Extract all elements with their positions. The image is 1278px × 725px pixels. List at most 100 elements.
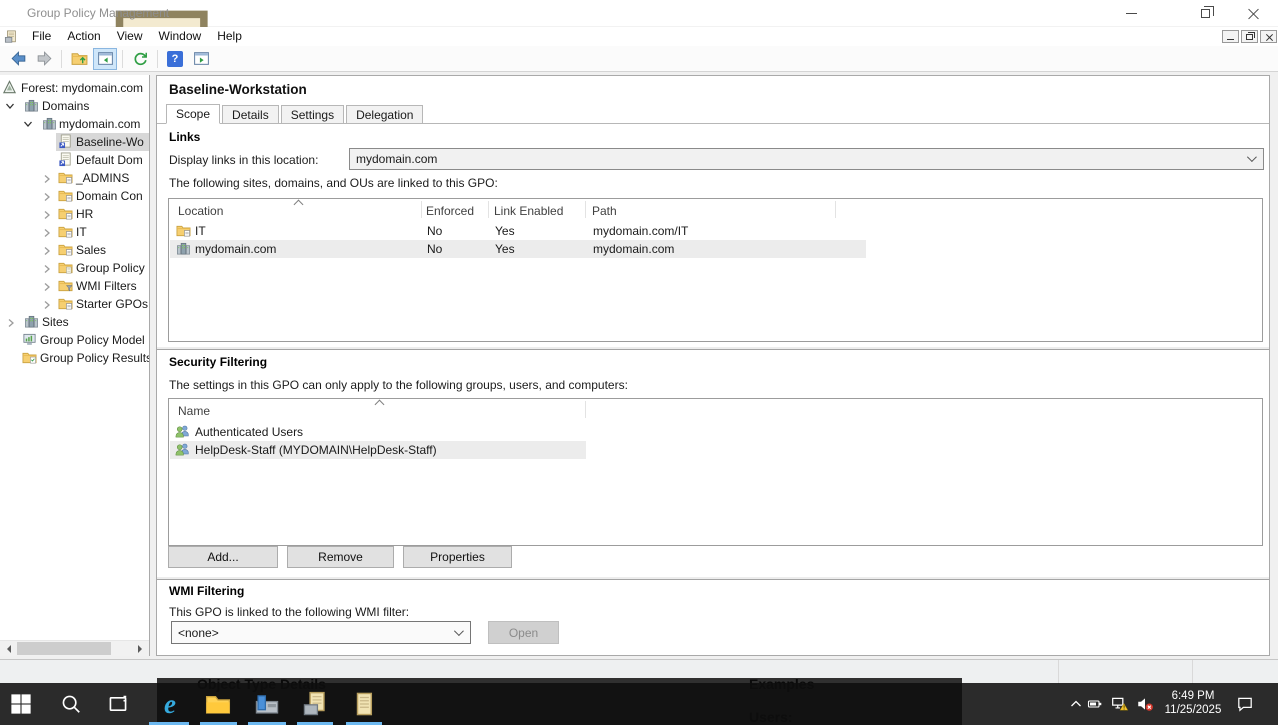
- scroll-right-arrow[interactable]: [138, 645, 146, 653]
- taskbar-clock[interactable]: 6:49 PM 11/25/2025: [1158, 689, 1228, 717]
- tree-item-baseline-workstation[interactable]: Baseline-Wo: [0, 133, 150, 151]
- tree-item-hr[interactable]: HR: [0, 205, 150, 223]
- scrollbar-thumb[interactable]: [17, 642, 111, 655]
- menu-bar: File Action View Window Help: [0, 27, 1278, 46]
- wmi-filter-dropdown[interactable]: <none>: [171, 621, 471, 644]
- column-header-enforced[interactable]: Enforced: [426, 204, 474, 218]
- tree-horizontal-scrollbar[interactable]: [0, 640, 149, 656]
- start-button-icon[interactable]: [10, 693, 32, 715]
- modeling-icon: [22, 332, 37, 347]
- volume-muted-icon[interactable]: [1136, 695, 1154, 713]
- network-warning-icon[interactable]: [1111, 695, 1129, 713]
- help-icon[interactable]: ?: [163, 48, 187, 70]
- security-section-title: Security Filtering: [169, 355, 267, 369]
- power-icon[interactable]: [1086, 696, 1104, 712]
- location-dropdown[interactable]: mydomain.com: [349, 148, 1264, 170]
- chevron-right-icon[interactable]: [42, 299, 52, 309]
- chevron-right-icon[interactable]: [42, 245, 52, 255]
- child-close-button[interactable]: [1260, 30, 1277, 43]
- server-manager-icon[interactable]: [254, 691, 280, 717]
- close-button[interactable]: [1238, 0, 1268, 26]
- column-header-path[interactable]: Path: [592, 204, 617, 218]
- tree-item-admins[interactable]: _ADMINS: [0, 169, 150, 187]
- add-button[interactable]: Add...: [168, 546, 278, 568]
- chevron-right-icon[interactable]: [42, 209, 52, 219]
- tree-item-mydomain[interactable]: mydomain.com: [0, 115, 150, 133]
- forward-icon[interactable]: [32, 48, 56, 70]
- security-caption: The settings in this GPO can only apply …: [169, 378, 628, 392]
- console-tree-toggle-icon[interactable]: [93, 48, 117, 70]
- child-minimize-button[interactable]: [1222, 30, 1239, 43]
- building-icon: [176, 241, 191, 256]
- action-center-icon[interactable]: [1236, 695, 1254, 713]
- users-icon: [175, 442, 190, 457]
- tree-item-sales[interactable]: Sales: [0, 241, 150, 259]
- tree-item-forest[interactable]: Forest: mydomain.com: [0, 79, 150, 97]
- link-row-it[interactable]: IT No Yes mydomain.com/IT: [170, 222, 1262, 240]
- tree-item-starter-gpos[interactable]: Starter GPOs: [0, 295, 150, 313]
- column-header-link-enabled[interactable]: Link Enabled: [494, 204, 563, 218]
- menu-view[interactable]: View: [109, 27, 151, 46]
- chevron-down-icon[interactable]: [24, 119, 34, 129]
- internet-explorer-icon[interactable]: e: [156, 690, 184, 718]
- menu-action[interactable]: Action: [59, 27, 108, 46]
- action-pane-toggle-icon[interactable]: [189, 48, 213, 70]
- refresh-icon[interactable]: [128, 48, 152, 70]
- gpmc-taskbar-icon[interactable]: [302, 691, 328, 717]
- tree-item-gp-results[interactable]: Group Policy Results: [0, 349, 150, 367]
- restore-button[interactable]: [1190, 0, 1220, 26]
- chevron-right-icon[interactable]: [42, 173, 52, 183]
- ou-folder-icon: [58, 188, 73, 203]
- links-table: Location Enforced Link Enabled Path IT N…: [168, 198, 1263, 342]
- chevron-right-icon[interactable]: [42, 263, 52, 273]
- tab-delegation[interactable]: Delegation: [346, 105, 423, 124]
- window-titlebar[interactable]: Group Policy Management: [0, 0, 1278, 27]
- scroll-left-arrow[interactable]: [3, 645, 11, 653]
- link-row-mydomain[interactable]: mydomain.com No Yes mydomain.com: [170, 240, 1262, 258]
- tree-item-domains[interactable]: Domains: [0, 97, 150, 115]
- tab-settings[interactable]: Settings: [281, 105, 344, 124]
- task-view-icon[interactable]: [107, 693, 129, 715]
- tree-item-it[interactable]: IT: [0, 223, 150, 241]
- tab-details[interactable]: Details: [222, 105, 279, 124]
- security-row-authenticated-users[interactable]: Authenticated Users: [170, 423, 1262, 441]
- gpo-icon: [58, 134, 73, 149]
- show-in-folder-icon[interactable]: [67, 48, 91, 70]
- chevron-right-icon[interactable]: [42, 281, 52, 291]
- child-restore-button[interactable]: [1241, 30, 1258, 43]
- tree-item-domain-controllers[interactable]: Domain Con: [0, 187, 150, 205]
- chevron-right-icon[interactable]: [42, 227, 52, 237]
- tree-item-default-domain[interactable]: Default Dom: [0, 151, 150, 169]
- chevron-down-icon[interactable]: [6, 101, 16, 111]
- properties-button[interactable]: Properties: [403, 546, 512, 568]
- tree-item-wmi-filters[interactable]: WMI Filters: [0, 277, 150, 295]
- wmi-section-title: WMI Filtering: [169, 584, 244, 598]
- tree-item-group-policy-objects[interactable]: Group Policy: [0, 259, 150, 277]
- file-explorer-icon[interactable]: [205, 691, 231, 717]
- chevron-right-icon[interactable]: [42, 191, 52, 201]
- remove-button[interactable]: Remove: [287, 546, 394, 568]
- minimize-button[interactable]: [1116, 0, 1146, 26]
- ou-folder-icon: [176, 223, 191, 238]
- column-header-name[interactable]: Name: [178, 404, 210, 418]
- tree-item-sites[interactable]: Sites: [0, 313, 150, 331]
- section-separator[interactable]: [157, 576, 1269, 580]
- gpedit-taskbar-icon[interactable]: [351, 691, 377, 717]
- tab-scope[interactable]: Scope: [166, 104, 220, 124]
- menu-window[interactable]: Window: [151, 27, 210, 46]
- ou-folder-icon: [58, 206, 73, 221]
- security-row-helpdesk-staff[interactable]: HelpDesk-Staff (MYDOMAIN\HelpDesk-Staff): [170, 441, 1262, 459]
- gpo-folder-icon: [58, 260, 73, 275]
- column-header-location[interactable]: Location: [178, 204, 223, 218]
- tree-item-gp-modeling[interactable]: Group Policy Model: [0, 331, 150, 349]
- hidden-icons-chevron-icon[interactable]: [1068, 696, 1084, 712]
- menu-help[interactable]: Help: [209, 27, 250, 46]
- window-title: Group Policy Management: [27, 6, 169, 20]
- chevron-right-icon[interactable]: [6, 317, 16, 327]
- back-icon[interactable]: [6, 48, 30, 70]
- chevron-down-icon: [454, 626, 464, 636]
- section-separator[interactable]: [157, 346, 1269, 350]
- menu-file[interactable]: File: [24, 27, 59, 46]
- open-button[interactable]: Open: [488, 621, 559, 644]
- search-icon[interactable]: [60, 693, 82, 715]
